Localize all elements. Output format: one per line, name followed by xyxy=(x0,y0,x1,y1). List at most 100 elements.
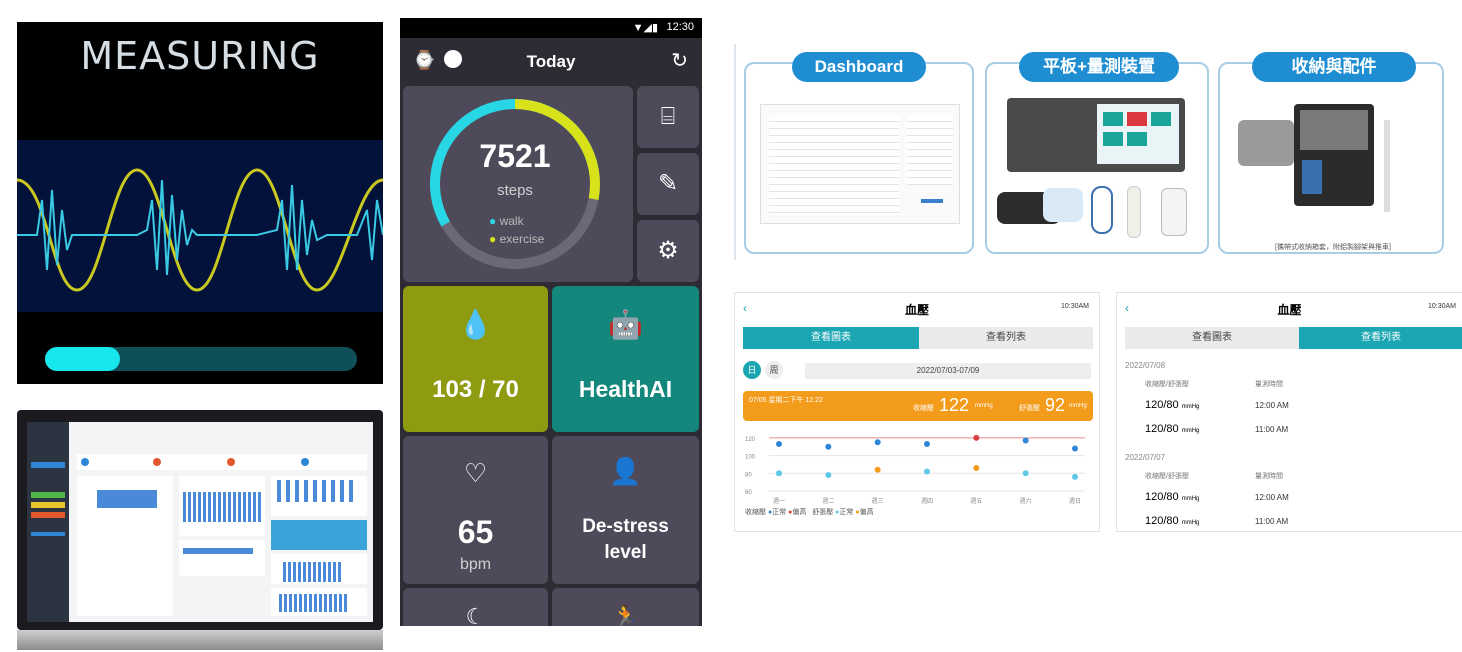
running-icon: 🏃 xyxy=(611,604,640,626)
row-bp[interactable]: 120/80 mmHg xyxy=(1145,423,1199,435)
reading-banner: 07/05 星期二下午 12:22 收縮壓 122 mmHg 舒張壓 92 mm… xyxy=(743,391,1093,421)
moon-icon: ☾ xyxy=(465,604,486,626)
week-button[interactable]: 周 xyxy=(765,361,783,379)
measuring-screen: MEASURING xyxy=(17,22,383,384)
glucose-meter-image xyxy=(1161,188,1187,236)
bp-point xyxy=(874,439,881,446)
appbar-title: Today xyxy=(526,52,576,71)
bp-point xyxy=(973,464,980,471)
measuring-title: MEASURING xyxy=(80,34,320,78)
steps-unit: steps xyxy=(497,182,533,199)
person-icon: 👤 xyxy=(609,456,642,486)
row-time: 11:00 AM xyxy=(1255,425,1289,434)
legend-sys-label: 收縮壓 xyxy=(745,509,766,516)
y-tick-label: 80 xyxy=(745,472,752,478)
refresh-icon[interactable]: ↻ xyxy=(671,48,688,73)
phone-app: 12:30 ▼◢▮ ⌚ Today ↻ 7521 steps ● walk ● … xyxy=(400,18,702,626)
heart-rate-value: 65 xyxy=(457,514,494,550)
bp-point xyxy=(825,472,832,479)
gear-icon: ⚙ xyxy=(657,237,679,264)
tab-chart[interactable]: 查看圖表 xyxy=(743,327,919,349)
bp-point xyxy=(1022,470,1029,477)
bp-chart-time: 10:30AM xyxy=(1060,303,1089,310)
case-caption: [攜帶式收納箱套，附鋁製腳架與推車] xyxy=(1275,244,1391,251)
waveform-graph xyxy=(17,168,383,292)
bp-point xyxy=(874,466,881,473)
measuring-progress-fill xyxy=(45,347,120,371)
blood-pressure-value: 103 / 70 xyxy=(432,376,519,403)
bp-point xyxy=(825,443,832,450)
x-tick-label: 週四 xyxy=(921,497,933,505)
sine-wave xyxy=(17,168,383,292)
heart-rate-tile[interactable]: ♡ 65 bpm xyxy=(403,436,548,584)
signal-icon: ▼◢▮ xyxy=(632,22,658,34)
row-bp[interactable]: 120/80 mmHg xyxy=(1145,515,1199,531)
banner-dia-value: 92 xyxy=(1045,395,1066,415)
dashboard-thumbnail xyxy=(760,104,960,224)
legend-high-label: 偏高 xyxy=(792,509,807,516)
healthai-label: HealthAI xyxy=(578,376,673,402)
y-tick-label: 100 xyxy=(745,455,756,461)
x-tick-label: 週一 xyxy=(773,497,785,505)
bp-point xyxy=(776,470,782,477)
chart-icon: ⌸ xyxy=(660,103,676,130)
day-button[interactable]: 日 xyxy=(743,361,761,379)
sleep-tile[interactable]: ☾ xyxy=(403,588,548,626)
row-time: 12:00 AM xyxy=(1255,493,1289,502)
stand-image xyxy=(1384,120,1390,212)
measuring-progress-track xyxy=(45,347,357,371)
bp-chart-screen: ‹ 血壓 10:30AM 查看圖表 查看列表 日 周 2022/07/03-07… xyxy=(734,292,1100,532)
date-range: 2022/07/03-07/09 xyxy=(805,363,1091,379)
banner-time: 07/05 星期二下午 12:22 xyxy=(749,397,823,404)
dashboard-card: Dashboard xyxy=(744,52,974,254)
bp-list-screen: ‹ 血壓 10:30AM 查看圖表 查看列表 2022/07/08 收縮壓/舒張… xyxy=(1116,292,1462,532)
col-time-header: 量測時間 xyxy=(1255,473,1283,480)
destress-label-line1: De-stress xyxy=(582,516,669,537)
healthai-tile[interactable]: 🤖 HealthAI xyxy=(552,286,699,432)
case-card-title: 收納與配件 xyxy=(1252,52,1416,82)
destress-tile[interactable]: 👤 De-stress level xyxy=(552,436,699,584)
settings-button[interactable]: ⚙ xyxy=(637,220,699,282)
heart-rate-unit: bpm xyxy=(459,556,492,573)
chart-button[interactable]: ⌸ xyxy=(637,86,699,148)
bp-point xyxy=(1072,445,1078,452)
dashboard-sidebar xyxy=(27,422,69,622)
banner-sys-label: 收縮壓 xyxy=(913,405,934,412)
status-time: 12:30 xyxy=(666,21,694,33)
bp-point xyxy=(1022,437,1029,444)
tab-list[interactable]: 查看列表 xyxy=(919,327,1093,349)
bag-image xyxy=(1238,120,1294,166)
row-bp[interactable]: 120/80 mmHg xyxy=(1145,491,1199,503)
blood-pressure-tile[interactable]: 💧 103 / 70 xyxy=(403,286,548,432)
divider xyxy=(734,44,736,260)
bp-scatter-chart: 120 100 80 60 週一 週二 週三 週四 週五 週六 週日 xyxy=(745,434,1085,505)
blood-drop-icon: 💧 xyxy=(458,309,493,340)
bp-list-title: 血壓 xyxy=(1277,303,1302,317)
bp-point xyxy=(1072,473,1078,480)
exercise-tile[interactable]: 🏃 xyxy=(552,588,699,626)
tablet-image xyxy=(1007,98,1185,172)
bp-point xyxy=(924,441,930,448)
status-bar: 12:30 ▼◢▮ xyxy=(400,18,702,38)
steps-value: 7521 xyxy=(479,138,551,174)
tablet-devices-card: 平板+量測裝置 xyxy=(985,52,1209,254)
oximeter-image xyxy=(1091,186,1113,234)
banner-sys-unit: mmHg xyxy=(975,403,993,409)
row-bp[interactable]: 120/80 mmHg xyxy=(1145,399,1199,411)
bp-point xyxy=(924,468,930,475)
laptop-base xyxy=(17,630,383,650)
pencil-icon: ✎ xyxy=(657,170,679,197)
group-date: 2022/07/08 xyxy=(1125,361,1166,370)
heart-pulse-icon: ♡ xyxy=(463,458,488,488)
col-bp-header: 收縮壓/舒張壓 xyxy=(1145,381,1189,388)
steps-tile[interactable]: 7521 steps ● walk ● exercise xyxy=(403,86,633,282)
legend-dia-label: 舒張壓 xyxy=(812,509,834,516)
edit-button[interactable]: ✎ xyxy=(637,153,699,215)
list-tab-chart[interactable]: 查看圖表 xyxy=(1125,327,1299,349)
robot-icon: 🤖 xyxy=(608,309,643,340)
waveform-band xyxy=(17,140,383,312)
list-tab-list[interactable]: 查看列表 xyxy=(1299,327,1462,349)
laptop-dashboard xyxy=(17,410,383,650)
dashboard-card-title: Dashboard xyxy=(792,52,926,82)
y-tick-label: 120 xyxy=(745,437,756,443)
